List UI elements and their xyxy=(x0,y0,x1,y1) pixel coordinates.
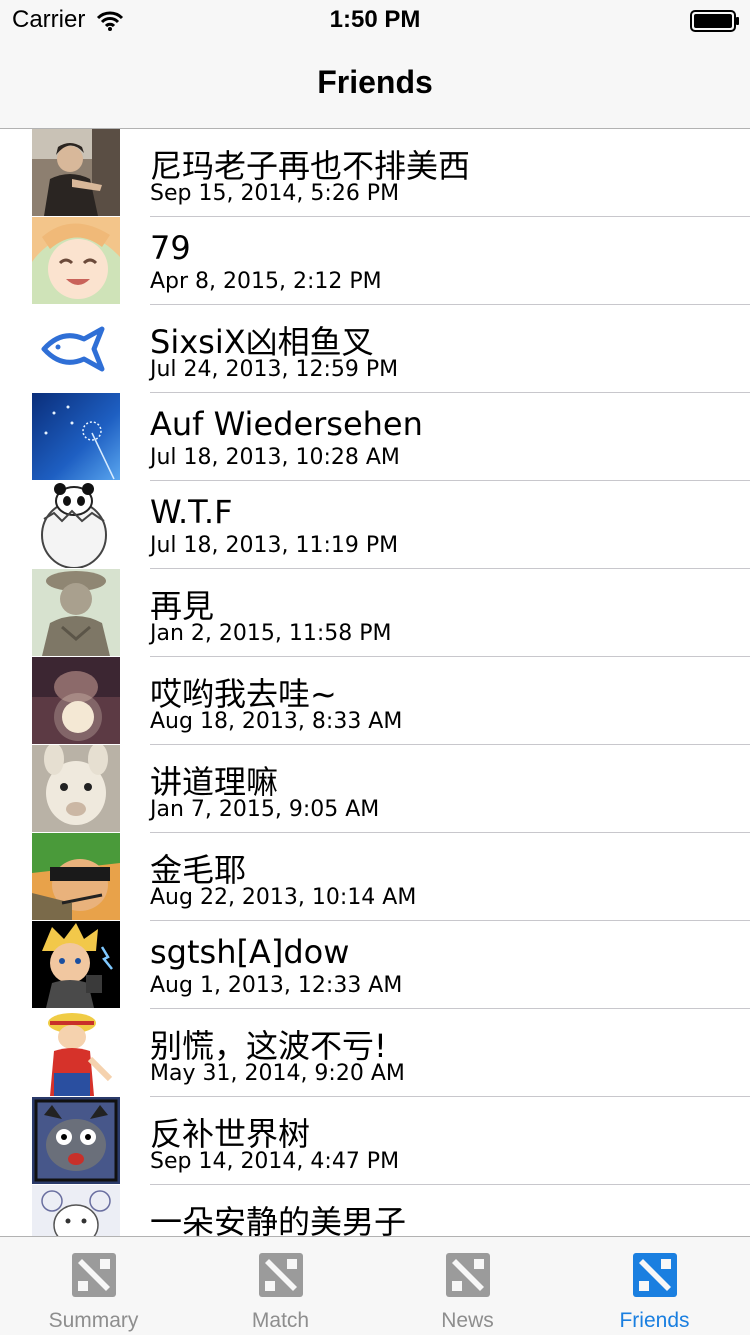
friend-name: sgtsh[A]dow xyxy=(150,933,350,971)
friend-row[interactable]: Auf Wiedersehen Jul 18, 2013, 10:28 AM xyxy=(0,393,750,481)
avatar xyxy=(32,657,120,744)
friend-date: Jul 24, 2013, 12:59 PM xyxy=(150,357,399,382)
avatar xyxy=(32,745,120,832)
friend-date: Aug 1, 2013, 12:33 AM xyxy=(150,973,403,998)
friend-row[interactable]: 再見 Jan 2, 2015, 11:58 PM xyxy=(0,569,750,657)
avatar xyxy=(32,217,120,304)
tab-summary[interactable]: Summary xyxy=(0,1237,187,1335)
avatar xyxy=(32,833,120,920)
avatar xyxy=(32,1185,120,1236)
tab-friends[interactable]: Friends xyxy=(561,1237,748,1335)
dota-icon xyxy=(446,1253,490,1297)
friend-date: Aug 18, 2013, 8:33 AM xyxy=(150,709,403,734)
tab-bar: Summary Match News Friends xyxy=(0,1236,750,1335)
dota-icon xyxy=(633,1253,677,1297)
friend-date: Jul 18, 2013, 11:19 PM xyxy=(150,533,399,558)
avatar xyxy=(32,921,120,1008)
friend-name: Auf Wiedersehen xyxy=(150,405,423,443)
avatar xyxy=(32,1009,120,1096)
avatar xyxy=(32,481,120,568)
clock-label: 1:50 PM xyxy=(329,6,421,33)
avatar xyxy=(32,305,120,392)
friend-row[interactable]: 反补世界树 Sep 14, 2014, 4:47 PM xyxy=(0,1097,750,1185)
tab-label: Friends xyxy=(619,1309,690,1332)
tab-news[interactable]: News xyxy=(374,1237,561,1335)
friends-list[interactable]: 尼玛老子再也不排美西 Sep 15, 2014, 5:26 PM 79 Apr … xyxy=(0,129,750,1236)
battery-icon xyxy=(690,10,739,32)
friend-row[interactable]: 一朵安静的美男子 xyxy=(0,1185,750,1236)
friend-date: May 31, 2014, 9:20 AM xyxy=(150,1061,405,1086)
friend-date: Sep 14, 2014, 4:47 PM xyxy=(150,1149,400,1174)
navigation-bar: Friends xyxy=(0,40,750,129)
friend-name: 79 xyxy=(150,229,191,267)
friend-row[interactable]: W.T.F Jul 18, 2013, 11:19 PM xyxy=(0,481,750,569)
friend-row[interactable]: 别慌，这波不亏! May 31, 2014, 9:20 AM xyxy=(0,1009,750,1097)
friend-date: Jul 18, 2013, 10:28 AM xyxy=(150,445,400,470)
page-title: Friends xyxy=(317,64,433,100)
avatar xyxy=(32,129,120,216)
friend-name: W.T.F xyxy=(150,493,233,531)
avatar xyxy=(32,569,120,656)
friend-date: Aug 22, 2013, 10:14 AM xyxy=(150,885,417,910)
friend-name: 一朵安静的美男子 xyxy=(150,1203,407,1236)
friend-row[interactable]: 金毛耶 Aug 22, 2013, 10:14 AM xyxy=(0,833,750,921)
friend-row[interactable]: 哎哟我去哇~ Aug 18, 2013, 8:33 AM xyxy=(0,657,750,745)
friend-row[interactable]: sgtsh[A]dow Aug 1, 2013, 12:33 AM xyxy=(0,921,750,1009)
tab-match[interactable]: Match xyxy=(187,1237,374,1335)
dota-icon xyxy=(259,1253,303,1297)
friend-date: Jan 2, 2015, 11:58 PM xyxy=(150,621,392,646)
friend-date: Apr 8, 2015, 2:12 PM xyxy=(150,269,382,294)
friend-row[interactable]: 尼玛老子再也不排美西 Sep 15, 2014, 5:26 PM xyxy=(0,129,750,217)
status-bar: Carrier 1:50 PM xyxy=(0,0,750,40)
dota-icon xyxy=(72,1253,116,1297)
tab-label: Summary xyxy=(48,1309,139,1332)
friend-row[interactable]: 79 Apr 8, 2015, 2:12 PM xyxy=(0,217,750,305)
tab-label: News xyxy=(441,1309,494,1332)
avatar xyxy=(32,393,120,480)
friend-row[interactable]: 讲道理嘛 Jan 7, 2015, 9:05 AM xyxy=(0,745,750,833)
friend-date: Sep 15, 2014, 5:26 PM xyxy=(150,181,400,206)
avatar xyxy=(32,1097,120,1184)
friend-date: Jan 7, 2015, 9:05 AM xyxy=(150,797,380,822)
friend-row[interactable]: SixsiX凶相鱼叉 Jul 24, 2013, 12:59 PM xyxy=(0,305,750,393)
tab-label: Match xyxy=(251,1309,310,1332)
